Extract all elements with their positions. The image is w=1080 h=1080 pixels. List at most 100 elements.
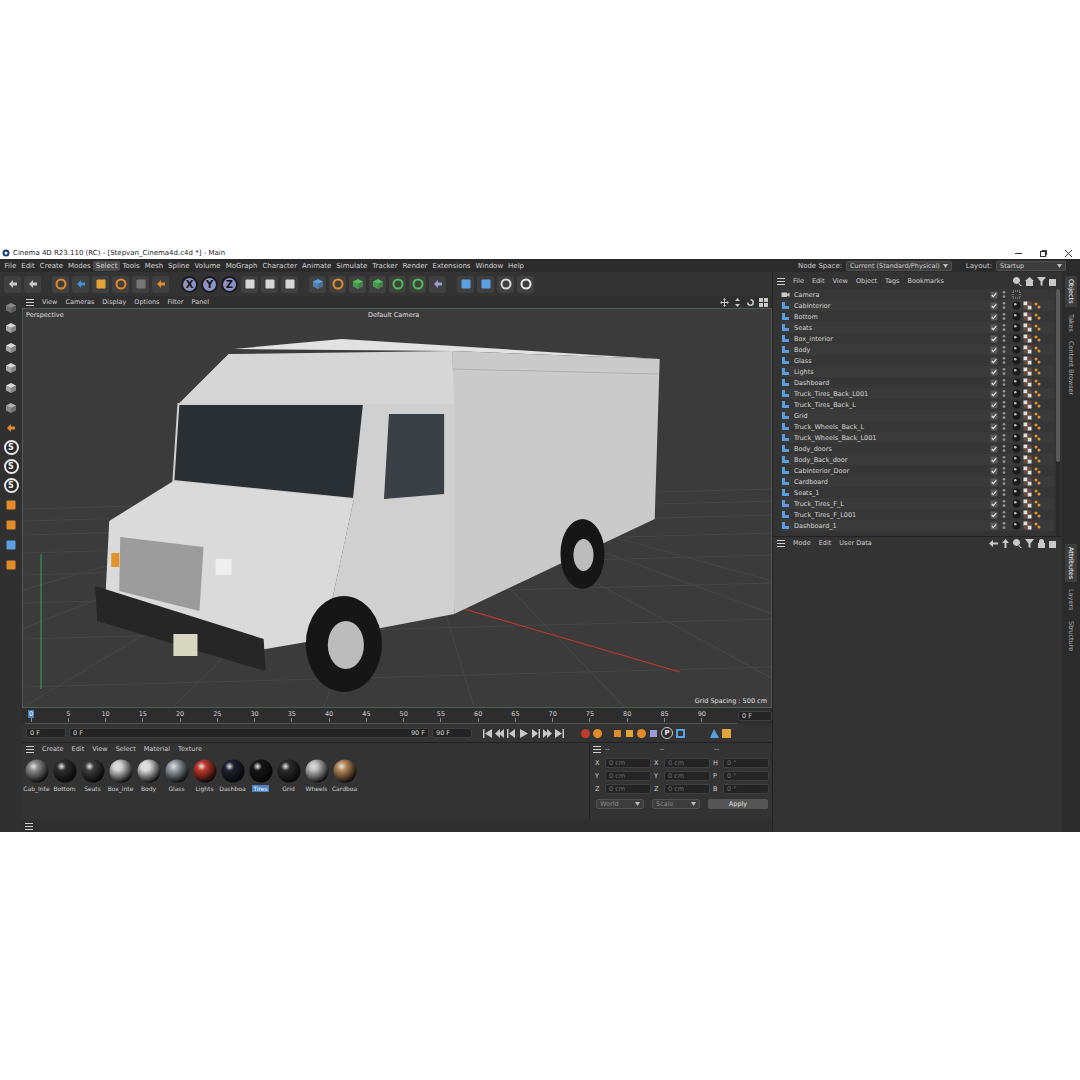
material-swatch[interactable]: Body (136, 759, 161, 792)
uvw-tag-icon[interactable] (1023, 367, 1032, 376)
phong-tag-icon[interactable] (1034, 477, 1041, 486)
enabled-checkbox[interactable] (990, 324, 998, 332)
object-row[interactable]: Cardboard (781, 476, 1054, 487)
object-row[interactable]: CabInterior_Door (781, 465, 1054, 476)
mode-button[interactable] (3, 497, 19, 513)
timeline-window-icon[interactable] (722, 729, 731, 738)
phong-tag-icon[interactable] (1034, 521, 1041, 530)
current-frame-field[interactable]: 0 F (738, 711, 772, 721)
pla-key-icon[interactable] (676, 729, 685, 738)
enabled-checkbox[interactable] (990, 500, 998, 508)
material-tag-icon[interactable] (1012, 378, 1021, 387)
enabled-checkbox[interactable] (990, 291, 998, 299)
viewport-menu-item[interactable]: Cameras (65, 298, 94, 306)
object-name[interactable]: Dashboard (794, 379, 988, 387)
frame-tick[interactable]: 80 (621, 710, 633, 722)
previous-key-icon[interactable] (495, 729, 504, 738)
motion-system-icon[interactable] (710, 729, 719, 738)
tool-button[interactable] (429, 276, 446, 293)
material-menu-item[interactable]: Texture (178, 745, 202, 753)
phong-tag-icon[interactable] (1034, 455, 1041, 464)
side-tab[interactable]: Attributes (1065, 544, 1077, 582)
tool-button[interactable] (281, 276, 298, 293)
tool-button[interactable] (72, 276, 89, 293)
material-swatch[interactable]: Cardboa (332, 759, 357, 792)
frame-tick[interactable]: 40 (323, 710, 335, 722)
phong-tag-icon[interactable] (1034, 433, 1041, 442)
material-menu-item[interactable]: Edit (72, 745, 85, 753)
tool-button[interactable] (369, 276, 386, 293)
object-row[interactable]: Body_Back_door (781, 454, 1054, 465)
menu-item[interactable]: Spline (166, 261, 193, 271)
frame-tick[interactable]: 55 (435, 710, 447, 722)
object-name[interactable]: Truck_Tires_Back_L (794, 401, 988, 409)
material-swatch[interactable]: Tires (248, 759, 273, 792)
frame-tick[interactable]: 50 (398, 710, 410, 722)
visibility-dots-icon[interactable] (1002, 356, 1006, 365)
material-swatch[interactable]: Seats (80, 759, 105, 792)
uvw-tag-icon[interactable] (1023, 312, 1032, 321)
material-tag-icon[interactable] (1012, 488, 1021, 497)
object-row[interactable]: Lights (781, 366, 1054, 377)
viewport-menu-item[interactable]: Options (134, 298, 159, 306)
visibility-dots-icon[interactable] (1002, 521, 1006, 530)
attributes-menu-item[interactable]: Edit (819, 539, 832, 547)
point-level-key-button[interactable]: P (661, 727, 673, 739)
position-field[interactable]: 0 cm (605, 758, 651, 768)
menu-item[interactable]: Create (37, 261, 65, 271)
object-row[interactable]: Glass (781, 355, 1054, 366)
frame-tick[interactable]: 85 (659, 710, 671, 722)
snap-button[interactable]: S (4, 440, 19, 455)
object-menu-item[interactable]: Object (856, 277, 877, 285)
material-tag-icon[interactable] (1012, 411, 1021, 420)
uvw-tag-icon[interactable] (1023, 521, 1032, 530)
play-icon[interactable] (519, 729, 528, 738)
position-field[interactable]: 0 cm (605, 771, 651, 781)
enabled-checkbox[interactable] (990, 423, 998, 431)
previous-frame-icon[interactable] (507, 729, 516, 738)
menu-item[interactable]: File (2, 261, 19, 271)
enabled-checkbox[interactable] (990, 335, 998, 343)
menu-item[interactable]: Extensions (430, 261, 473, 271)
uvw-tag-icon[interactable] (1023, 510, 1032, 519)
material-swatch[interactable]: Wheels (304, 759, 329, 792)
node-space-dropdown[interactable]: Current (Standard/Physical) (846, 261, 952, 271)
object-name[interactable]: Dashboard_1 (794, 522, 988, 530)
next-key-icon[interactable] (543, 729, 552, 738)
material-tag-icon[interactable] (1012, 499, 1021, 508)
rotation-field[interactable]: 0 ° (723, 758, 769, 768)
material-tag-icon[interactable] (1012, 345, 1021, 354)
visibility-dots-icon[interactable] (1002, 477, 1006, 486)
status-menu-icon[interactable] (25, 823, 33, 830)
uvw-tag-icon[interactable] (1023, 466, 1032, 475)
uvw-tag-icon[interactable] (1023, 411, 1032, 420)
tool-button[interactable] (349, 276, 366, 293)
material-swatch[interactable]: Dashboa (220, 759, 245, 792)
menu-item[interactable]: Animate (300, 261, 334, 271)
phong-tag-icon[interactable] (1034, 422, 1041, 431)
object-row[interactable]: Bottom (781, 311, 1054, 322)
object-menu-item[interactable]: File (793, 277, 804, 285)
object-name[interactable]: Lights (794, 368, 988, 376)
side-tab[interactable]: Objects (1065, 276, 1077, 307)
frame-tick[interactable]: 65 (509, 710, 521, 722)
frame-range-slider[interactable]: 0 F90 F (69, 728, 429, 738)
layout-icon[interactable] (759, 298, 768, 307)
tool-button[interactable] (329, 276, 346, 293)
enabled-checkbox[interactable] (990, 478, 998, 486)
size-field[interactable]: 0 cm (664, 784, 710, 794)
enabled-checkbox[interactable] (990, 379, 998, 387)
object-row[interactable]: Body (781, 344, 1054, 355)
material-name[interactable]: Box_inte (107, 785, 135, 792)
position-field[interactable]: 0 cm (605, 784, 651, 794)
enabled-checkbox[interactable] (990, 390, 998, 398)
material-name[interactable]: Wheels (305, 785, 329, 792)
material-tag-icon[interactable] (1012, 444, 1021, 453)
enabled-checkbox[interactable] (990, 412, 998, 420)
menu-item[interactable]: Character (260, 261, 300, 271)
enabled-checkbox[interactable] (990, 489, 998, 497)
size-field[interactable]: 0 cm (664, 771, 710, 781)
phong-tag-icon[interactable] (1034, 301, 1041, 310)
menu-icon[interactable] (593, 746, 601, 753)
mode-button[interactable] (3, 380, 19, 396)
